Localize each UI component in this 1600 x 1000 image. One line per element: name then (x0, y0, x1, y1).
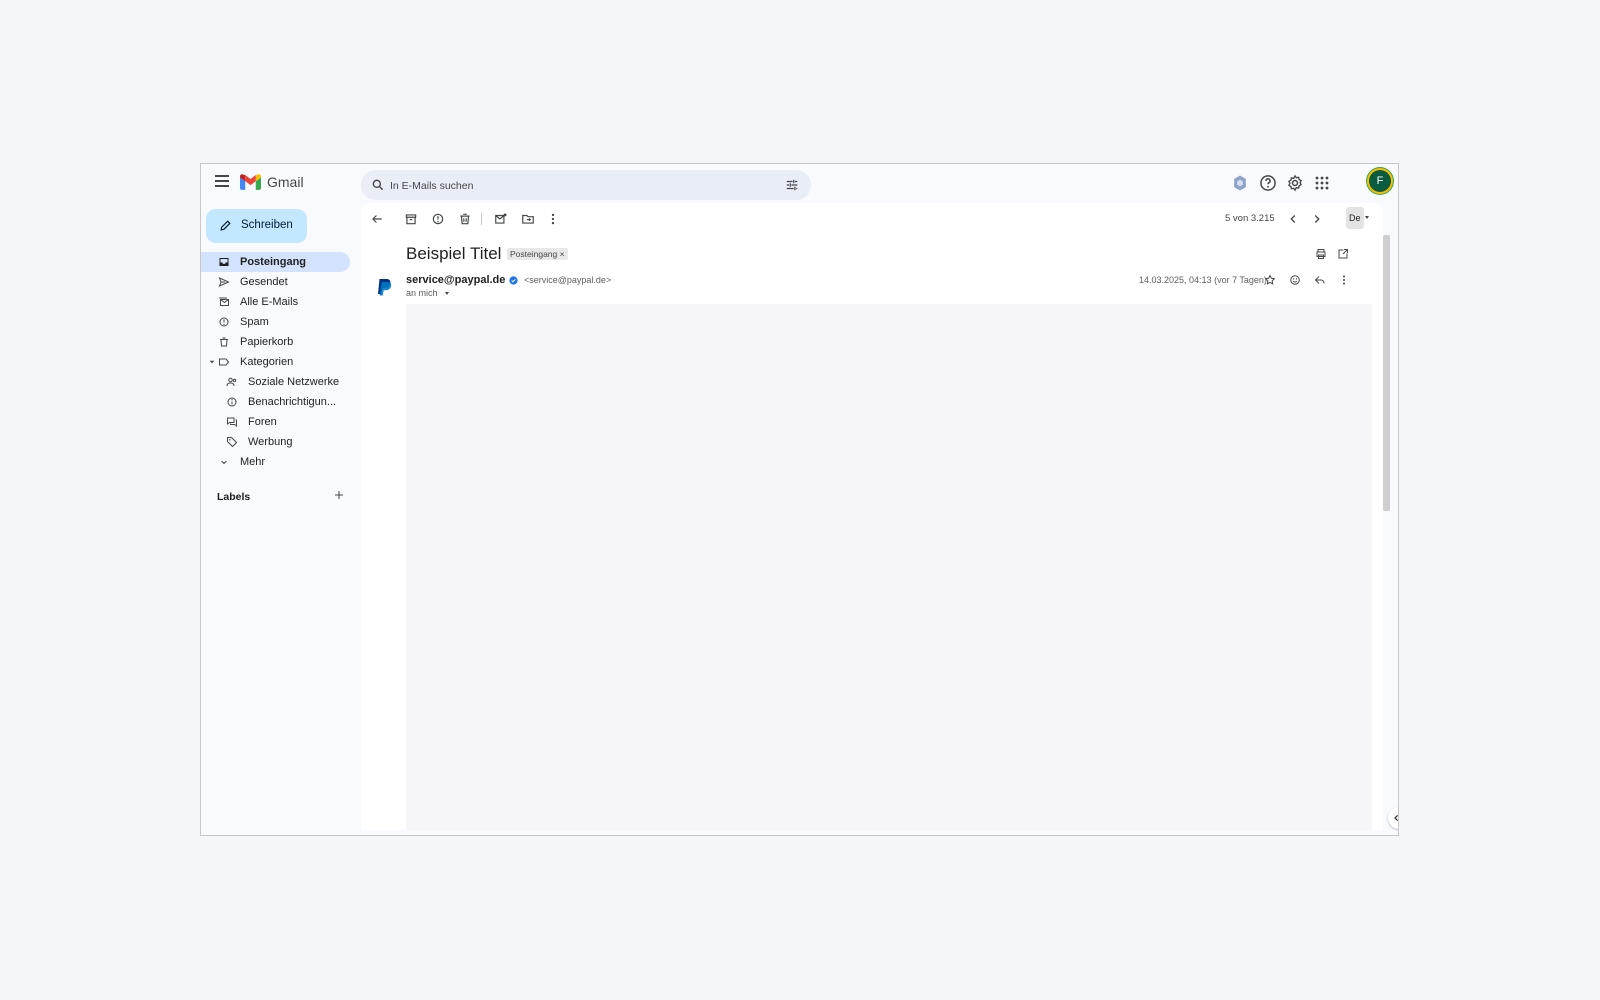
gmail-window: Gmail In E-Mails suchen F Schreiben Post… (200, 163, 1399, 836)
sidebar-item-trash[interactable]: Papierkorb (201, 332, 351, 352)
emoji-reaction-icon[interactable] (1289, 274, 1301, 286)
input-language-button[interactable]: De (1346, 207, 1364, 229)
inbox-label-chip[interactable]: Posteingang × (507, 248, 568, 260)
sidebar-nav: Posteingang Gesendet Alle E-Mails Spam P… (201, 252, 351, 472)
mark-unread-icon[interactable] (494, 212, 508, 226)
paypal-sender-logo-icon (378, 279, 392, 296)
search-icon[interactable] (371, 178, 385, 192)
add-label-icon[interactable] (333, 489, 345, 501)
sidebar-item-categories[interactable]: Kategorien (201, 352, 351, 372)
spam-icon (219, 317, 229, 327)
gmail-logo-icon[interactable] (240, 174, 261, 190)
report-spam-icon[interactable] (431, 212, 445, 226)
open-new-window-icon[interactable] (1337, 248, 1349, 260)
print-icon[interactable] (1315, 248, 1327, 260)
sidebar-item-social[interactable]: Soziale Netzwerke (201, 372, 351, 392)
compose-button[interactable]: Schreiben (206, 209, 307, 243)
pagination-count: 5 von 3.215 (1225, 213, 1275, 224)
app-name: Gmail (267, 174, 304, 190)
account-avatar[interactable]: F (1369, 170, 1391, 192)
labels-heading: Labels (217, 491, 251, 503)
search-input[interactable] (388, 176, 772, 196)
search-bar[interactable] (361, 170, 811, 200)
scrollbar-thumb[interactable] (1383, 235, 1390, 511)
search-options-icon[interactable] (785, 178, 799, 192)
gemini-icon[interactable] (1230, 173, 1250, 193)
main-menu-icon[interactable] (215, 175, 229, 187)
sidebar-item-sent[interactable]: Gesendet (201, 272, 351, 292)
help-icon[interactable] (1258, 173, 1278, 193)
recipient-details[interactable]: an mich (406, 288, 438, 298)
message-more-icon[interactable] (1338, 274, 1350, 286)
send-icon (218, 277, 230, 287)
tag-icon (227, 437, 238, 448)
side-panel-toggle[interactable] (1388, 807, 1398, 829)
email-subject: Beispiel Titel (406, 244, 502, 263)
sender-email: <service@paypal.de> (524, 275, 612, 285)
sidebar-item-notifications[interactable]: Benachrichtigun... (201, 392, 351, 412)
chevron-right-icon[interactable] (1310, 212, 1324, 226)
collapse-caret-icon[interactable] (209, 359, 215, 365)
trash-icon (220, 337, 228, 347)
move-to-icon[interactable] (521, 212, 535, 226)
star-icon[interactable] (1264, 274, 1276, 286)
sidebar-item-forums[interactable]: Foren (201, 412, 351, 432)
label-icon (219, 358, 230, 366)
all-mail-icon (219, 297, 229, 306)
settings-gear-icon[interactable] (1285, 173, 1305, 193)
top-bar: Gmail In E-Mails suchen F (201, 164, 1398, 202)
language-dropdown-caret-icon[interactable] (1365, 216, 1369, 219)
more-vertical-icon[interactable] (546, 212, 560, 226)
sender-name[interactable]: service@paypal.de (406, 274, 505, 286)
people-icon (226, 377, 237, 387)
chevron-left-small-icon (1394, 814, 1398, 822)
verified-badge-icon (509, 276, 518, 285)
toolbar-divider (481, 213, 482, 225)
back-arrow-icon[interactable] (370, 212, 384, 226)
inbox-icon (219, 258, 229, 266)
compose-label: Schreiben (241, 219, 293, 231)
reply-icon[interactable] (1314, 274, 1326, 286)
forum-icon (227, 417, 237, 427)
recipient-details-caret-icon[interactable] (445, 292, 449, 295)
info-icon (227, 397, 237, 407)
chevron-left-icon[interactable] (1286, 212, 1300, 226)
email-body (406, 304, 1372, 830)
chevron-down-icon (221, 460, 227, 465)
message-pane: 5 von 3.215 De Beispiel Titel Posteingan… (361, 203, 1390, 830)
message-date: 14.03.2025, 04:13 (vor 7 Tagen) (1139, 275, 1267, 285)
pencil-icon (220, 220, 231, 231)
sidebar-item-inbox[interactable]: Posteingang (201, 252, 350, 272)
apps-grid-icon[interactable] (1312, 173, 1332, 193)
sidebar-item-promotions[interactable]: Werbung (201, 432, 351, 452)
delete-icon[interactable] (458, 212, 472, 226)
archive-icon[interactable] (404, 212, 418, 226)
sidebar-item-all-mail[interactable]: Alle E-Mails (201, 292, 351, 312)
sidebar-item-spam[interactable]: Spam (201, 312, 351, 332)
sidebar-item-more[interactable]: Mehr (201, 452, 351, 472)
